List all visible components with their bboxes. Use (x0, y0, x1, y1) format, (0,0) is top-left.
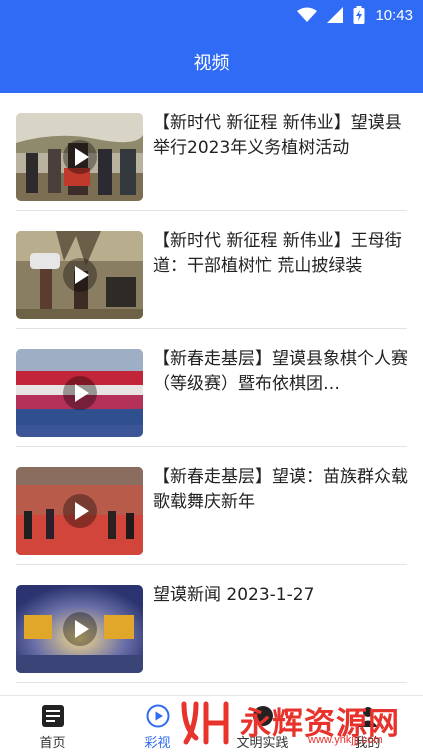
watermark: 永辉资源网 www.yhkjjj.com (178, 694, 423, 752)
video-title[interactable]: 【新春走基层】望谟：苗族群众载歌载舞庆新年 (153, 465, 409, 515)
play-icon[interactable] (63, 494, 97, 528)
video-item[interactable]: 【新春走基层】望谟：苗族群众载歌载舞庆新年 (0, 447, 423, 565)
battery-icon (353, 6, 365, 24)
video-title[interactable]: 【新春走基层】望谟县象棋个人赛（等级赛）暨布依棋团… (153, 347, 409, 397)
tab-label: 首页 (39, 736, 66, 751)
wifi-icon (297, 7, 318, 22)
video-thumbnail[interactable] (16, 113, 143, 201)
page-title: 视频 (193, 52, 230, 74)
watermark-url: www.yhkjjj.com (308, 734, 383, 746)
video-list[interactable]: 【新时代 新征程 新伟业】望谟县举行2023年义务植树活动 【新时代 新征程 新… (0, 93, 423, 695)
status-bar: 10:43 (0, 0, 423, 30)
video-thumbnail[interactable] (16, 349, 143, 437)
video-title[interactable]: 【新时代 新征程 新伟业】望谟县举行2023年义务植树活动 (153, 111, 409, 161)
status-time: 10:43 (375, 6, 413, 24)
play-icon[interactable] (63, 612, 97, 646)
status-icons: 10:43 (297, 5, 413, 25)
video-title[interactable]: 望谟新闻 2023-1-27 (153, 583, 409, 608)
signal-icon (327, 7, 344, 23)
play-circle-icon (146, 704, 170, 728)
tab-home[interactable]: 首页 (0, 696, 105, 752)
video-thumbnail[interactable] (16, 585, 143, 673)
video-item[interactable]: 【新时代 新征程 新伟业】望谟县举行2023年义务植树活动 (0, 93, 423, 211)
video-item[interactable]: 【新春走基层】望谟县象棋个人赛（等级赛）暨布依棋团… (0, 329, 423, 447)
watermark-logo (181, 701, 229, 745)
news-icon (42, 705, 64, 727)
video-thumbnail[interactable] (16, 467, 143, 555)
video-title[interactable]: 【新时代 新征程 新伟业】王母街道：干部植树忙 荒山披绿装 (153, 229, 409, 279)
video-item[interactable]: 望谟新闻 2023-1-27 (0, 565, 423, 683)
video-thumbnail[interactable] (16, 231, 143, 319)
play-icon[interactable] (63, 258, 97, 292)
app-header: 视频 (0, 30, 423, 93)
divider (16, 682, 407, 683)
video-item[interactable]: 【新时代 新征程 新伟业】王母街道：干部植树忙 荒山披绿装 (0, 211, 423, 329)
play-icon[interactable] (63, 140, 97, 174)
play-icon[interactable] (63, 376, 97, 410)
